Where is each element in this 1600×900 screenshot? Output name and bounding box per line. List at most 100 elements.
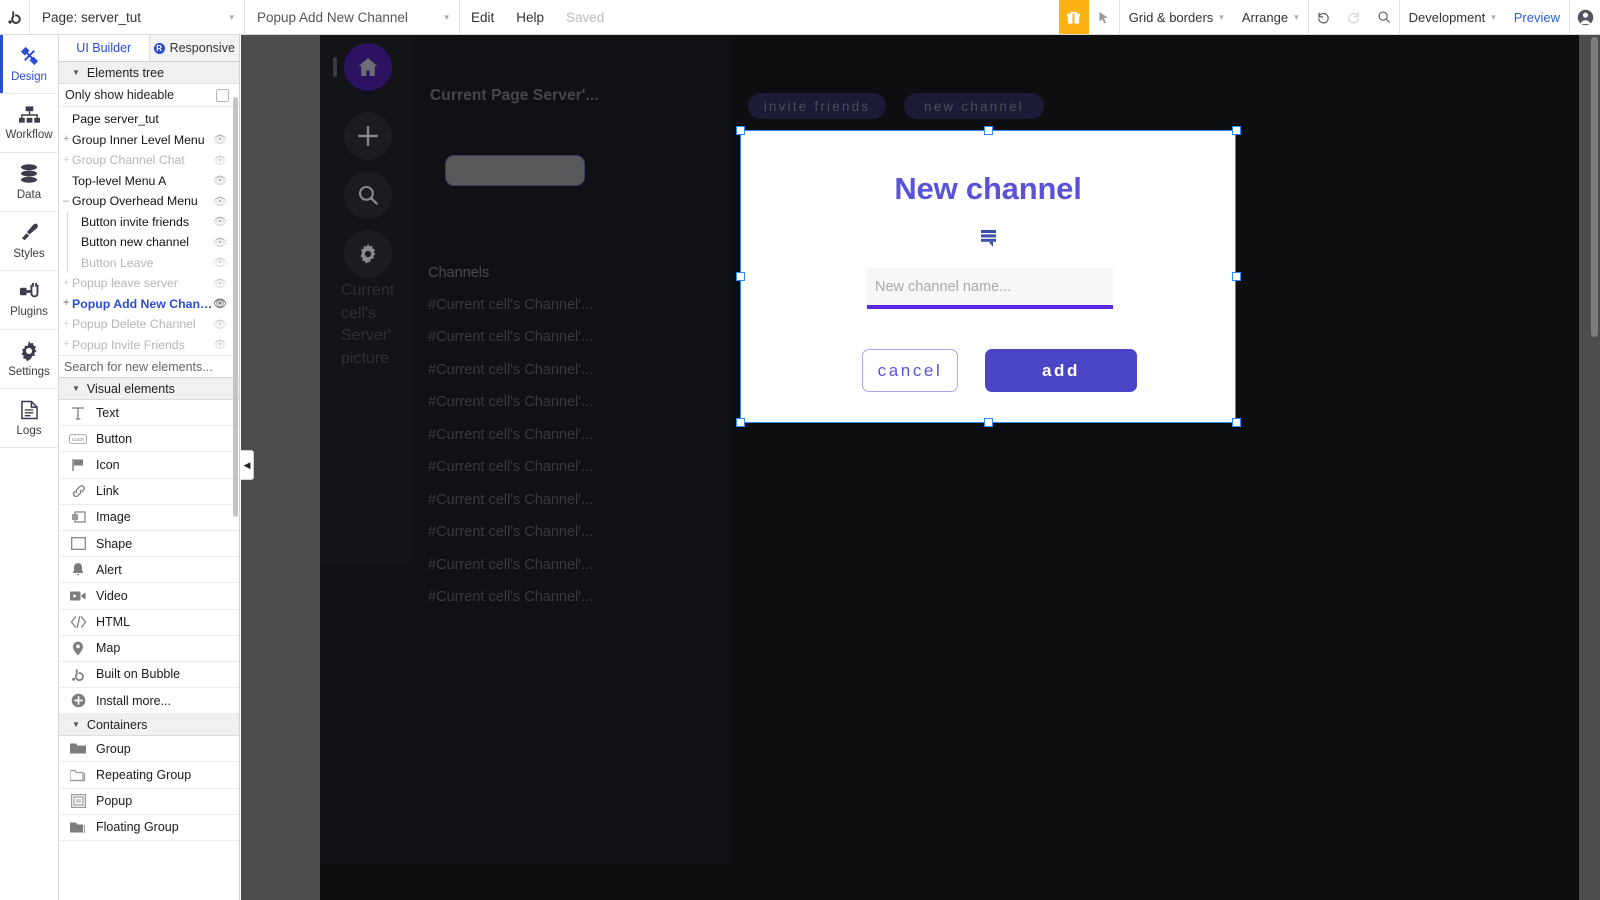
channel-list-item[interactable]: #Current cell's Channel'... [428, 394, 593, 410]
channel-list-item[interactable]: #Current cell's Channel'... [428, 524, 593, 540]
rail-item-data[interactable]: Data [0, 153, 58, 212]
rail-item-workflow[interactable]: Workflow [0, 94, 58, 153]
resize-handle-middle-left[interactable] [736, 272, 745, 281]
eye-hidden-icon[interactable]: 👁 [213, 338, 227, 351]
channel-list-item[interactable]: #Current cell's Channel'... [428, 589, 593, 605]
palette-item-link[interactable]: Link [59, 479, 239, 505]
rail-item-styles[interactable]: Styles [0, 212, 58, 271]
palette-item-shape[interactable]: Shape [59, 531, 239, 557]
palette-item-popup[interactable]: Popup [59, 789, 239, 815]
expander-icon[interactable]: + [63, 298, 72, 309]
palette-item-video[interactable]: Video [59, 583, 239, 609]
palette-item-install-more[interactable]: Install more... [59, 688, 239, 714]
expander-icon[interactable]: + [63, 155, 72, 166]
palette-item-repeating-group[interactable]: Repeating Group [59, 762, 239, 788]
channel-list-item[interactable]: #Current cell's Channel'... [428, 557, 593, 573]
tree-node-popup-leave-server[interactable]: +Popup leave server👁 [59, 273, 239, 294]
channel-list-item[interactable]: #Current cell's Channel'... [428, 329, 593, 345]
undo-icon[interactable] [1309, 0, 1339, 34]
palette-item-icon[interactable]: Icon [59, 452, 239, 478]
expander-icon[interactable]: + [63, 319, 72, 330]
channel-list-item[interactable]: #Current cell's Channel'... [428, 362, 593, 378]
page-selector[interactable]: Page: server_tut ▾ [30, 0, 245, 34]
eye-visible-icon[interactable]: 👁 [213, 215, 227, 228]
eye-visible-icon[interactable]: 👁 [213, 236, 227, 249]
popup-add-new-channel[interactable]: New channel New channel name... cancel a… [741, 131, 1235, 422]
expander-icon[interactable]: + [63, 278, 72, 289]
user-avatar-icon[interactable] [1570, 0, 1600, 34]
tree-node-button-leave[interactable]: Button Leave👁 [59, 253, 239, 274]
tree-node-button-invite-friends[interactable]: Button invite friends👁 [59, 212, 239, 233]
redo-icon[interactable] [1339, 0, 1369, 34]
arrange-menu[interactable]: Arrange ▾ [1233, 0, 1308, 34]
palette-item-html[interactable]: HTML [59, 610, 239, 636]
containers-header[interactable]: ▼ Containers [59, 714, 239, 736]
eye-hidden-icon[interactable]: 👁 [213, 256, 227, 269]
home-icon[interactable] [344, 43, 392, 91]
tab-responsive[interactable]: R Responsive [149, 35, 240, 61]
elements-tree-header[interactable]: ▼ Elements tree [59, 62, 239, 84]
search-icon[interactable] [344, 171, 392, 219]
tree-node-popup-delete-channel[interactable]: +Popup Delete Channel👁 [59, 314, 239, 335]
tree-node-page-server-tut[interactable]: Page server_tut [59, 109, 239, 130]
eye-visible-icon[interactable]: 👁 [213, 297, 227, 310]
canvas-scrollbar[interactable] [1591, 37, 1598, 337]
palette-item-text[interactable]: Text [59, 400, 239, 426]
expander-icon[interactable]: + [63, 339, 72, 350]
preview-button[interactable]: Preview [1505, 0, 1569, 34]
resize-handle-top-left[interactable] [736, 126, 745, 135]
bubble-logo-icon[interactable] [0, 0, 30, 34]
tree-node-popup-invite-friends[interactable]: +Popup Invite Friends👁 [59, 335, 239, 356]
new-channel-name-input[interactable]: New channel name... [867, 268, 1113, 309]
palette-item-image[interactable]: Image [59, 505, 239, 531]
gift-icon[interactable] [1059, 0, 1089, 34]
palette-item-floating-group[interactable]: Floating Group [59, 815, 239, 841]
cursor-arrow-icon[interactable] [1089, 0, 1119, 34]
palette-item-button[interactable]: CLICK Button [59, 426, 239, 452]
collapse-left-arrow-icon[interactable]: ◀ [241, 450, 254, 480]
eye-visible-icon[interactable]: 👁 [213, 195, 227, 208]
rail-item-plugins[interactable]: Plugins [0, 271, 58, 330]
search-icon[interactable] [1369, 0, 1399, 34]
channel-list-item[interactable]: #Current cell's Channel'... [428, 459, 593, 475]
button-new-channel[interactable]: new channel [904, 93, 1044, 119]
tree-node-top-level-menu-a[interactable]: Top-level Menu A👁 [59, 171, 239, 192]
tree-node-button-new-channel[interactable]: Button new channel👁 [59, 232, 239, 253]
resize-handle-middle-right[interactable] [1232, 272, 1241, 281]
resize-handle-bottom-left[interactable] [736, 418, 745, 427]
rail-item-logs[interactable]: Logs [0, 389, 58, 448]
eye-hidden-icon[interactable]: 👁 [213, 154, 227, 167]
palette-item-map[interactable]: Map [59, 636, 239, 662]
gear-icon[interactable] [344, 230, 392, 278]
button-invite-friends[interactable]: invite friends [748, 93, 886, 119]
tree-node-group-inner-level-menu[interactable]: +Group Inner Level Menu👁 [59, 130, 239, 151]
collapse-icon[interactable]: – [63, 196, 72, 207]
resize-handle-top-right[interactable] [1232, 126, 1241, 135]
panel-scrollbar[interactable] [233, 97, 238, 517]
tree-node-group-channel-chat[interactable]: +Group Channel Chat👁 [59, 150, 239, 171]
server-banner-shape[interactable] [445, 155, 585, 186]
add-button[interactable]: add [985, 349, 1137, 392]
element-selector[interactable]: Popup Add New Channel ▾ [245, 0, 460, 34]
palette-item-alert[interactable]: Alert [59, 557, 239, 583]
palette-item-built-on-bubble[interactable]: Built on Bubble [59, 662, 239, 688]
group-inner-level-menu[interactable]: Current cell's Server' picture [321, 35, 412, 565]
eye-hidden-icon[interactable]: 👁 [213, 318, 227, 331]
tree-node-group-overhead-menu[interactable]: –Group Overhead Menu👁 [59, 191, 239, 212]
grid-borders-menu[interactable]: Grid & borders ▾ [1120, 0, 1233, 34]
channel-list-item[interactable]: #Current cell's Channel'... [428, 427, 593, 443]
edit-menu[interactable]: Edit [460, 0, 505, 34]
tree-node-popup-add-new-channel[interactable]: +Popup Add New Channel👁 [59, 294, 239, 315]
only-show-hideable-checkbox[interactable] [216, 89, 229, 102]
eye-visible-icon[interactable]: 👁 [213, 174, 227, 187]
tab-ui-builder[interactable]: UI Builder [59, 35, 149, 61]
resize-handle-bottom-center[interactable] [984, 418, 993, 427]
resize-handle-bottom-right[interactable] [1232, 418, 1241, 427]
rail-item-design[interactable]: Design [0, 35, 58, 94]
plus-icon[interactable] [344, 112, 392, 160]
search-new-elements-input[interactable]: Search for new elements... [59, 355, 239, 378]
channel-list-item[interactable]: #Current cell's Channel'... [428, 297, 593, 313]
repeating-group-servers[interactable]: Current cell's Server' picture [341, 280, 411, 540]
palette-item-group[interactable]: Group [59, 736, 239, 762]
only-show-hideable-row[interactable]: Only show hideable [59, 84, 239, 107]
